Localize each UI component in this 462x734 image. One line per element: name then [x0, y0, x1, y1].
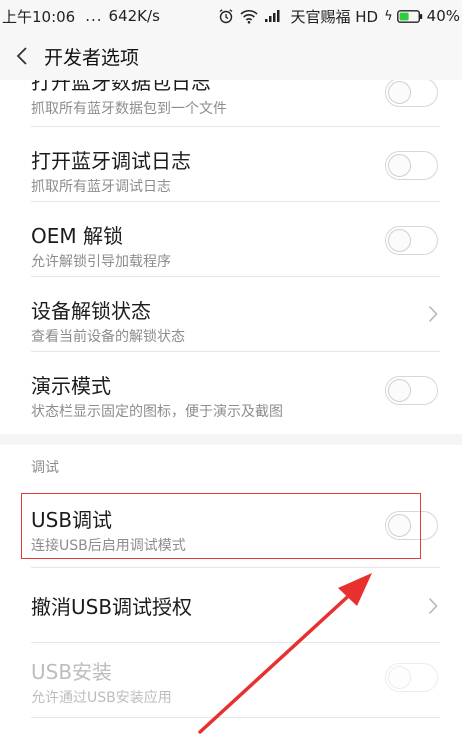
status-bar: 上午10:06 ... 642K/s 天官赐福 HD ϟ 40%	[0, 0, 462, 32]
page-header: 开发者选项	[0, 32, 462, 80]
annotation-arrow-icon	[198, 573, 372, 734]
network-speed: 642K/s	[108, 7, 160, 25]
page-title: 开发者选项	[44, 46, 140, 69]
carrier-name: 天官赐福 HD	[290, 7, 379, 26]
signal-icon	[264, 9, 284, 23]
status-dots: ...	[85, 7, 103, 25]
battery-icon	[396, 9, 423, 23]
battery-percent: 40%	[426, 7, 460, 25]
wifi-icon	[240, 9, 259, 24]
chevron-left-icon	[16, 47, 27, 65]
battery-indicator: ϟ 40%	[384, 7, 460, 25]
settings-list[interactable]: 打开蓝牙数据包日志 抓取所有蓝牙数据包到一个文件 打开蓝牙调试日志 抓取所有蓝牙…	[0, 80, 462, 734]
status-time: 上午10:06	[2, 7, 76, 26]
charging-icon: ϟ	[384, 8, 393, 24]
alarm-icon	[218, 8, 234, 24]
back-button[interactable]	[2, 32, 42, 80]
